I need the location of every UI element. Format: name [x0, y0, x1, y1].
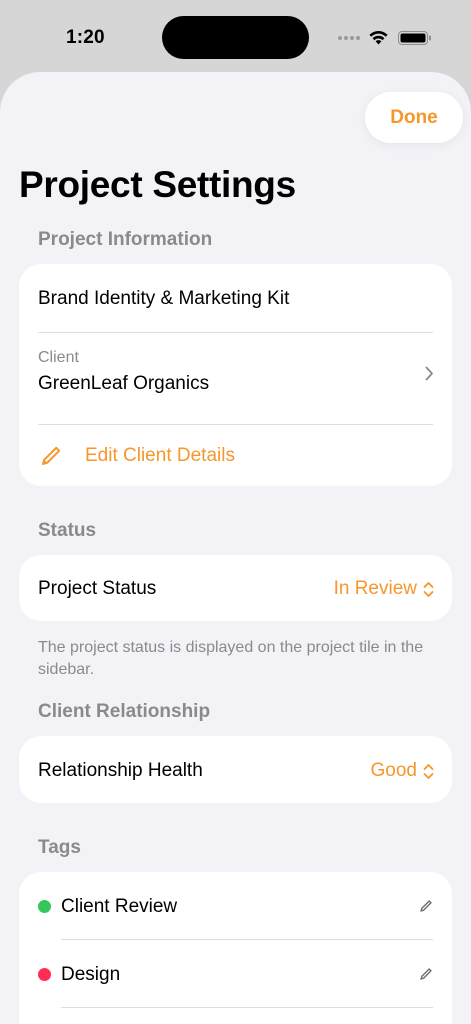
tag-row[interactable]: Client Review: [19, 872, 452, 939]
section-header-client-relationship: Client Relationship: [38, 701, 211, 722]
dynamic-island: [162, 16, 309, 59]
relationship-health-picker[interactable]: Good: [371, 760, 434, 782]
status-card: Project Status In Review: [19, 555, 452, 621]
divider: [61, 1007, 433, 1008]
tag-row[interactable]: Design: [19, 940, 452, 1007]
client-relationship-card: Relationship Health Good: [19, 736, 452, 803]
status-time: 1:20: [66, 27, 105, 48]
tag-color-dot: [38, 900, 51, 913]
project-status-picker[interactable]: In Review: [334, 578, 434, 600]
relationship-health-label: Relationship Health: [38, 760, 203, 781]
chevron-right-icon: [425, 366, 433, 381]
status-bar: 1:20: [0, 0, 471, 72]
project-information-card: Brand Identity & Marketing Kit Client Gr…: [19, 264, 452, 486]
client-row[interactable]: Client GreenLeaf Organics: [19, 333, 452, 424]
relationship-health-value: Good: [370, 760, 417, 781]
pencil-icon: [42, 446, 61, 465]
chevron-up-down-icon: [423, 581, 434, 597]
section-header-status: Status: [38, 520, 97, 541]
project-status-value: In Review: [333, 578, 417, 599]
edit-client-details-button[interactable]: Edit Client Details: [19, 425, 452, 487]
edit-client-details-label: Edit Client Details: [85, 445, 235, 466]
project-name-field[interactable]: Brand Identity & Marketing Kit: [38, 288, 289, 310]
section-header-project-information: Project Information: [38, 229, 213, 250]
client-label: Client: [38, 349, 79, 366]
edit-tag-icon[interactable]: [419, 899, 433, 913]
section-header-tags: Tags: [38, 837, 81, 858]
project-settings-sheet: Done Project Settings Project Informatio…: [0, 72, 471, 1024]
tag-color-dot: [38, 968, 51, 981]
cellular-signal-icon: [338, 36, 360, 40]
wifi-icon: [369, 31, 388, 45]
project-status-label: Project Status: [38, 578, 157, 599]
tag-label: Design: [61, 964, 121, 985]
battery-icon: [398, 31, 431, 45]
client-name: GreenLeaf Organics: [38, 373, 210, 394]
edit-tag-icon[interactable]: [419, 967, 433, 981]
chevron-up-down-icon: [423, 763, 434, 779]
tags-card: Client Review Design: [19, 872, 452, 1024]
tag-label: Client Review: [61, 896, 178, 917]
done-button[interactable]: Done: [365, 92, 463, 143]
status-footnote: The project status is displayed on the p…: [38, 639, 424, 678]
page-title: Project Settings: [19, 164, 296, 205]
